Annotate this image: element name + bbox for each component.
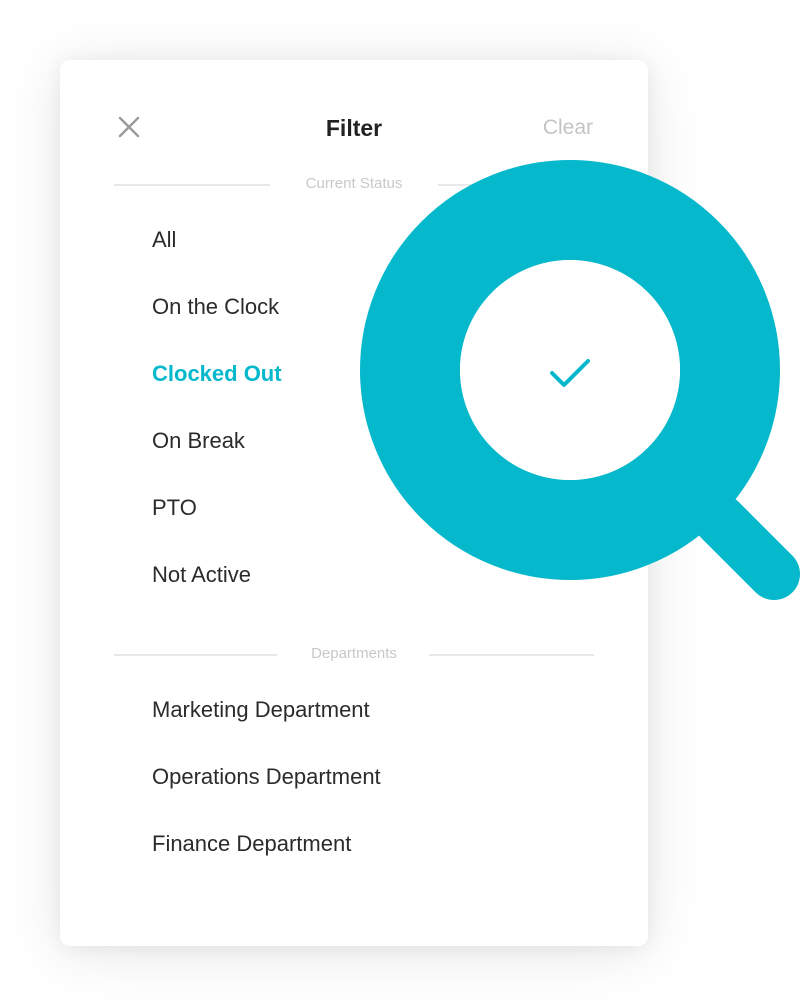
status-option-on-break[interactable]: On Break — [152, 427, 245, 455]
status-option-all[interactable]: All — [152, 226, 176, 254]
filter-panel: Filter Clear Current Status All On the C… — [60, 60, 648, 946]
stage: Filter Clear Current Status All On the C… — [0, 0, 802, 1006]
clear-button[interactable]: Clear — [543, 115, 593, 141]
status-option-clocked-out[interactable]: Clocked Out — [152, 360, 282, 388]
status-option-pto[interactable]: PTO — [152, 494, 197, 522]
department-option-operations[interactable]: Operations Department — [152, 763, 381, 791]
status-option-not-active[interactable]: Not Active — [152, 561, 251, 589]
section-header-current-status: Current Status — [114, 175, 594, 193]
checkmark-icon — [550, 359, 590, 387]
section-header-departments: Departments — [114, 645, 594, 663]
department-option-marketing[interactable]: Marketing Department — [152, 696, 370, 724]
section-label-current-status: Current Status — [305, 175, 403, 192]
section-label-departments: Departments — [311, 645, 397, 662]
status-option-on-the-clock[interactable]: On the Clock — [152, 293, 279, 321]
department-option-finance[interactable]: Finance Department — [152, 830, 351, 858]
